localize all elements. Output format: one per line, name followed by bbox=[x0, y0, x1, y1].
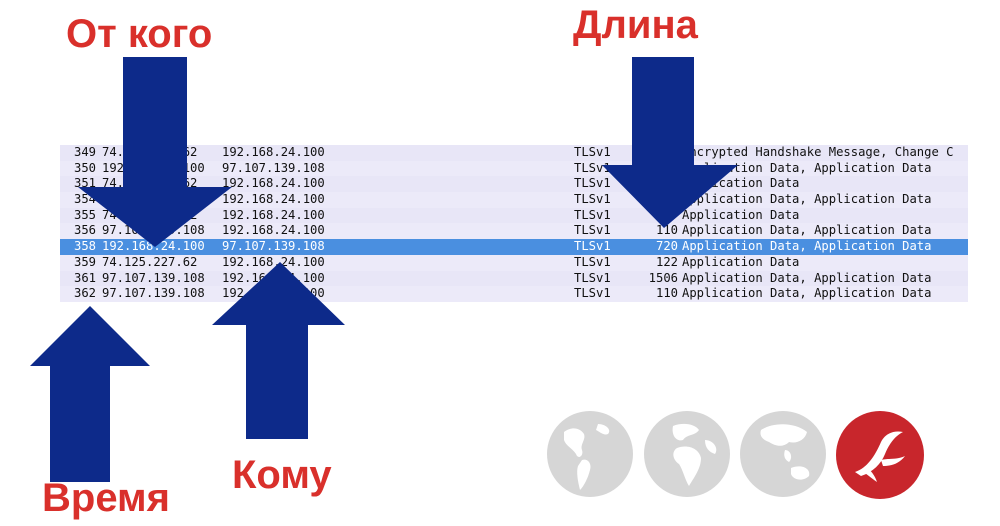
packet-length: 110 bbox=[655, 223, 678, 238]
packet-number: 358 bbox=[73, 239, 96, 254]
packet-length: 122 bbox=[655, 254, 678, 269]
packet-row[interactable]: 361 97.107.139.108 192.168.24.100 TLSv1 1506… bbox=[60, 270, 968, 287]
packet-destination: 192.168.24.100 bbox=[222, 270, 325, 285]
packet-number: 350 bbox=[73, 160, 96, 175]
packet-protocol: TLSv1 bbox=[574, 192, 611, 207]
packet-destination: 192.168.24.100 bbox=[222, 192, 325, 207]
packet-source: 74.125.227.62 bbox=[102, 145, 198, 159]
packet-info: Encrypted Handshake Message, Change C bbox=[682, 145, 954, 159]
packet-source: 74.125.227.62 bbox=[102, 254, 198, 269]
packet-info: Application Data, Application Data bbox=[682, 239, 932, 254]
packet-protocol: TLSv1 bbox=[574, 176, 611, 191]
packet-row[interactable]: 355 74.125.227.62 192.168.24.100 TLSv1 Appli… bbox=[60, 207, 968, 224]
packet-destination: 192.168.24.100 bbox=[222, 176, 325, 191]
packet-source: 97.107.139.108 bbox=[102, 270, 205, 285]
packet-source: 192.168.24.100 bbox=[102, 239, 205, 254]
packet-protocol: TLSv1 bbox=[574, 254, 611, 269]
packet-number: 351 bbox=[73, 176, 96, 191]
annotation-time: Время bbox=[42, 476, 170, 520]
packet-row[interactable]: 354 97.107.139.108 192.168.24.100 TLSv1 Appl… bbox=[60, 192, 968, 208]
packet-info: Application Data, Application Data bbox=[682, 223, 932, 238]
packet-number: 356 bbox=[73, 223, 96, 238]
packet-protocol: TLSv1 bbox=[574, 270, 611, 285]
packet-source: 97.107.139.108 bbox=[102, 192, 205, 207]
packet-row[interactable]: 362 97.107.139.108 192.168.24.100 TLSv1 110 A… bbox=[60, 286, 968, 302]
annotation-to: Кому bbox=[232, 453, 332, 497]
packet-row[interactable]: 349 74.125.227.62 192.168.24.100 TLSv1 Encry… bbox=[60, 145, 968, 161]
packet-number: 359 bbox=[73, 254, 96, 269]
packet-number: 361 bbox=[73, 270, 96, 285]
arrow-up-time bbox=[30, 306, 150, 482]
packet-info: Application Data, Application Data bbox=[682, 286, 932, 301]
packet-number: 354 bbox=[73, 192, 96, 207]
packet-number: 349 bbox=[73, 145, 96, 159]
packet-length: 1506 bbox=[648, 270, 678, 285]
packet-number: 362 bbox=[73, 286, 96, 301]
packet-protocol: TLSv1 bbox=[574, 239, 611, 254]
packet-length: 720 bbox=[655, 239, 678, 254]
packet-number: 355 bbox=[73, 207, 96, 222]
packet-row-selected[interactable]: 358 192.168.24.100 97.107.139.108 TLSv1 720 A… bbox=[60, 239, 968, 255]
packet-protocol: TLSv1 bbox=[574, 145, 611, 159]
packet-length: 110 bbox=[655, 286, 678, 301]
packet-info: Application Data bbox=[682, 254, 800, 269]
globe-americas-icon bbox=[547, 411, 633, 497]
packet-protocol: TLSv1 bbox=[574, 286, 611, 301]
packet-destination: 97.107.139.108 bbox=[222, 239, 325, 254]
packet-row[interactable]: 356 97.107.139.108 192.168.24.100 TLSv1 110 A… bbox=[60, 223, 968, 240]
packet-source: 74.125.227.62 bbox=[102, 207, 198, 222]
packet-list: 349 74.125.227.62 192.168.24.100 TLSv1 Encry… bbox=[60, 145, 968, 302]
packet-protocol: TLSv1 bbox=[574, 160, 611, 175]
packet-destination: 192.168.24.100 bbox=[222, 223, 325, 238]
packet-source: 97.107.139.108 bbox=[102, 223, 205, 238]
packet-destination: 192.168.24.100 bbox=[222, 254, 325, 269]
packet-protocol: TLSv1 bbox=[574, 207, 611, 222]
packet-source: 192.168.24.100 bbox=[102, 160, 205, 175]
packet-info: Application Data bbox=[682, 207, 800, 222]
packet-source: 74.125.227.62 bbox=[102, 176, 198, 191]
packet-info: Application Data, Application Data bbox=[682, 192, 932, 207]
packet-row[interactable]: 351 74.125.227.62 192.168.24.100 TLSv1 Appli… bbox=[60, 176, 968, 193]
packet-source: 97.107.139.108 bbox=[102, 286, 205, 301]
packet-destination: 97.107.139.108 bbox=[222, 160, 325, 175]
globe-asia-australia-icon bbox=[740, 411, 826, 497]
packet-row[interactable]: 350 192.168.24.100 97.107.139.108 TLSv1 Appl… bbox=[60, 160, 968, 177]
packet-info: Application Data, Application Data bbox=[682, 270, 932, 285]
globe-europe-africa-icon bbox=[644, 411, 730, 497]
packet-destination: 192.168.24.100 bbox=[222, 286, 325, 301]
packet-info: Application Data bbox=[682, 176, 800, 191]
brand-logo-icon bbox=[836, 411, 924, 499]
annotation-length: Длина bbox=[573, 3, 698, 47]
packet-row[interactable]: 359 74.125.227.62 192.168.24.100 TLSv1 122 Ap… bbox=[60, 254, 968, 271]
annotation-from: От кого bbox=[66, 12, 213, 56]
packet-info: Application Data, Application Data bbox=[682, 160, 932, 175]
packet-protocol: TLSv1 bbox=[574, 223, 611, 238]
packet-destination: 192.168.24.100 bbox=[222, 145, 325, 159]
packet-destination: 192.168.24.100 bbox=[222, 207, 325, 222]
